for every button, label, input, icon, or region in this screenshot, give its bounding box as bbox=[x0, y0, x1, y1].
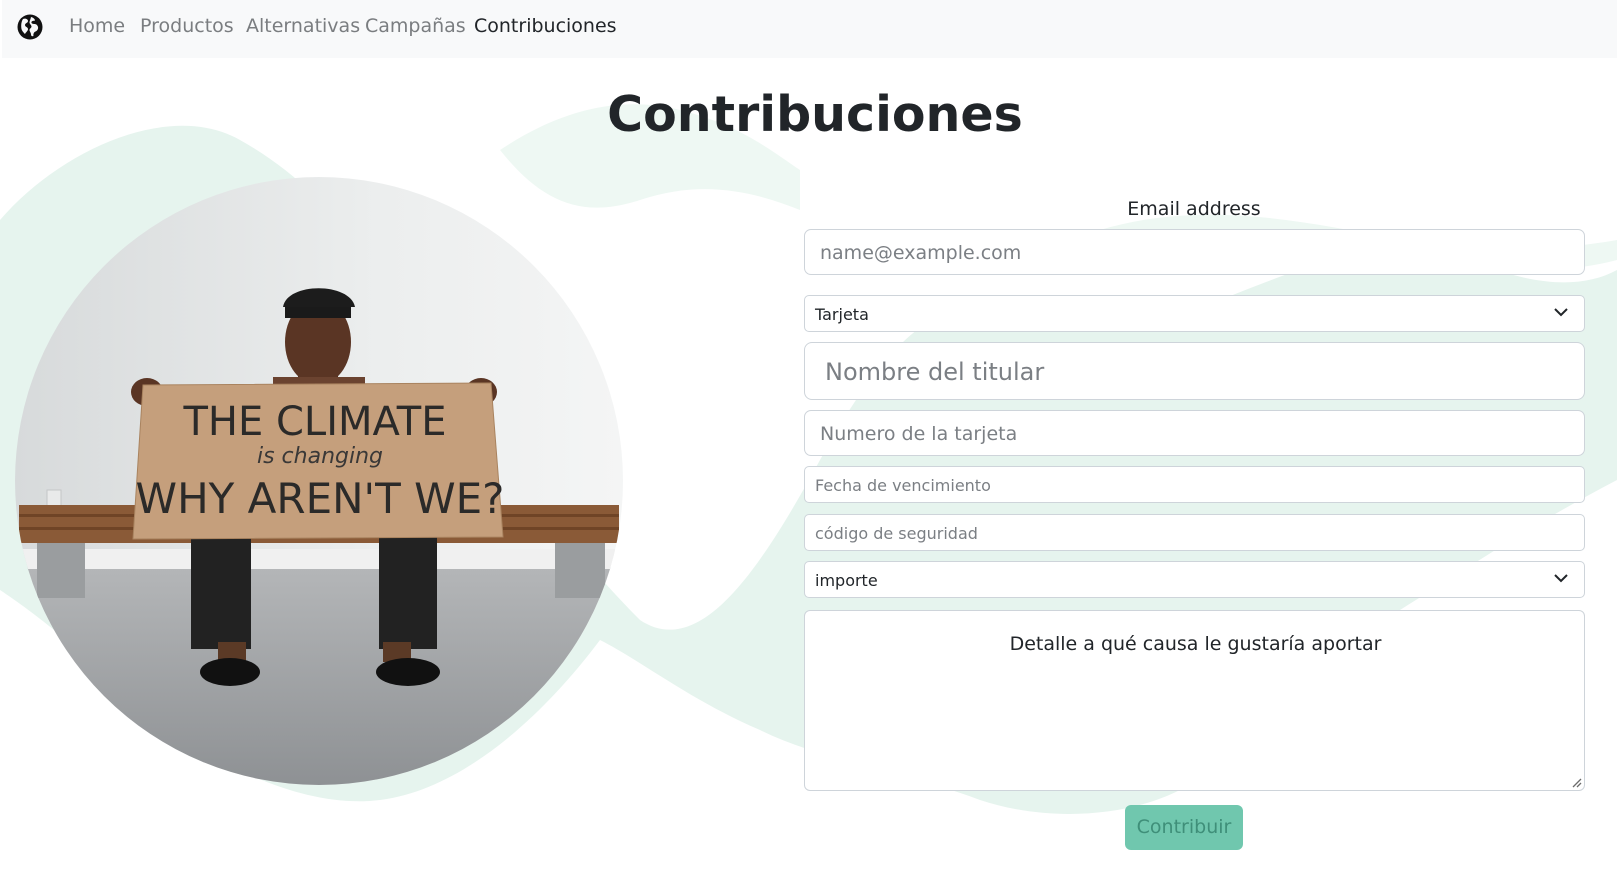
expiry-date-input[interactable]: Fecha de vencimiento bbox=[804, 466, 1585, 503]
navbar: Home Productos Alternativas Campañas Con… bbox=[2, 0, 1617, 58]
page-title: Contribuciones bbox=[607, 86, 1023, 143]
email-input[interactable]: name@example.com bbox=[804, 229, 1585, 275]
card-number-input[interactable]: Numero de la tarjeta bbox=[804, 410, 1585, 456]
card-number-placeholder: Numero de la tarjeta bbox=[820, 423, 1018, 445]
sign-text-line3: WHY AREN'T WE? bbox=[136, 474, 505, 523]
amount-select[interactable]: importe bbox=[804, 561, 1585, 598]
email-label: Email address bbox=[1127, 198, 1261, 220]
chevron-down-icon bbox=[1554, 574, 1568, 583]
sign-text-line2: is changing bbox=[257, 444, 383, 469]
email-placeholder: name@example.com bbox=[820, 242, 1022, 264]
security-code-placeholder: código de seguridad bbox=[815, 524, 978, 543]
nav-link-campanas[interactable]: Campañas bbox=[365, 15, 466, 37]
payment-method-select[interactable]: Tarjeta bbox=[804, 295, 1585, 332]
amount-select-value: importe bbox=[815, 571, 878, 590]
payment-method-value: Tarjeta bbox=[815, 305, 869, 324]
nav-link-contribuciones[interactable]: Contribuciones bbox=[474, 15, 617, 37]
nav-link-productos[interactable]: Productos bbox=[140, 15, 234, 37]
nav-link-alternativas[interactable]: Alternativas bbox=[246, 15, 360, 37]
detail-placeholder: Detalle a qué causa le gustaría aportar bbox=[1009, 633, 1382, 655]
nav-link-home[interactable]: Home bbox=[69, 15, 125, 37]
holder-name-placeholder: Nombre del titular bbox=[825, 358, 1045, 386]
climate-protest-photo: THE CLIMATE is changing WHY AREN'T WE? bbox=[15, 177, 623, 785]
expiry-date-placeholder: Fecha de vencimiento bbox=[815, 476, 991, 495]
security-code-input[interactable]: código de seguridad bbox=[804, 514, 1585, 551]
globe-icon[interactable] bbox=[16, 13, 44, 41]
resize-grip-icon[interactable] bbox=[1570, 776, 1582, 788]
holder-name-input[interactable]: Nombre del titular bbox=[804, 342, 1585, 400]
chevron-down-icon bbox=[1554, 308, 1568, 317]
detail-textarea[interactable]: Detalle a qué causa le gustaría aportar bbox=[804, 610, 1585, 791]
sign-text-line1: THE CLIMATE bbox=[183, 399, 447, 445]
contribuir-button[interactable]: Contribuir bbox=[1125, 805, 1243, 850]
